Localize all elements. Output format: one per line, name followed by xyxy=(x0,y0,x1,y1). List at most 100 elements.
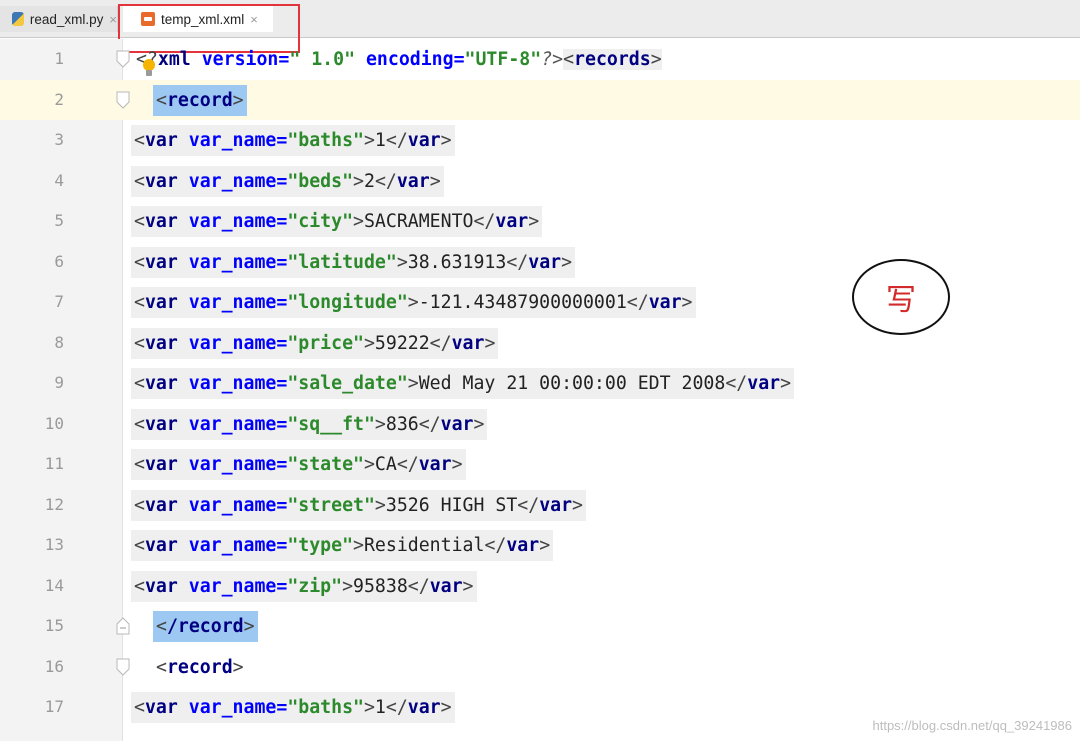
var-name-value: baths xyxy=(298,130,354,151)
var-element: <var var_name="longitude">-121.434879000… xyxy=(131,287,696,318)
bracket: > xyxy=(363,454,375,475)
line-number: 16 xyxy=(44,656,64,676)
bracket: </ xyxy=(517,494,540,516)
tag-name: /record xyxy=(166,616,244,637)
fold-open-icon[interactable] xyxy=(115,658,131,676)
bracket: > xyxy=(473,413,485,435)
bracket: < xyxy=(563,49,575,70)
record-tag: <record> xyxy=(153,652,247,683)
fold-open-icon[interactable] xyxy=(115,50,131,68)
attr-name: var_name= xyxy=(177,454,288,475)
line-number: 1 xyxy=(54,49,64,68)
bracket: > xyxy=(539,535,551,556)
quote: " xyxy=(353,697,364,718)
bracket: < xyxy=(156,656,167,678)
bracket: < xyxy=(134,697,145,718)
code-line: 10 <var var_name="sq__ft">836</var> xyxy=(0,404,1080,445)
quote: " xyxy=(396,292,408,313)
var-element: <var var_name="baths">1</var> xyxy=(131,125,455,156)
code-line: 16 <record> xyxy=(0,647,1080,688)
code-line: 3 <var var_name="baths">1</var> xyxy=(0,120,1080,161)
tag-name: record xyxy=(166,89,233,111)
line-number: 6 xyxy=(54,251,64,271)
code-line: 4 <var var_name="beds">2</var> xyxy=(0,161,1080,202)
line-number: 4 xyxy=(54,170,64,190)
attr-name: var_name= xyxy=(177,170,288,192)
attr-name: var_name= xyxy=(177,251,288,273)
line-number: 11 xyxy=(44,454,64,473)
bracket: </ xyxy=(725,373,748,394)
tag-name: record xyxy=(166,656,233,678)
attr-encoding: encoding= xyxy=(355,49,465,70)
bracket: > xyxy=(374,494,386,516)
bracket: </ xyxy=(385,130,408,151)
quote: " xyxy=(287,413,299,435)
var-name-value: state xyxy=(298,454,354,475)
code-line: 13 <var var_name="type">Residential</var> xyxy=(0,525,1080,566)
tag-name: var xyxy=(144,373,178,394)
bracket: < xyxy=(134,373,145,394)
tag-name: var xyxy=(144,454,178,475)
attr-name: var_name= xyxy=(177,575,288,597)
bracket: > xyxy=(232,656,244,678)
close-icon[interactable]: × xyxy=(109,12,117,27)
var-element: <var var_name="sale_date">Wed May 21 00:… xyxy=(131,368,795,399)
bracket: > xyxy=(429,170,441,192)
attr-name: var_name= xyxy=(177,292,288,313)
attr-version: version= xyxy=(190,49,290,70)
tag-name: var xyxy=(539,494,573,516)
var-text-value: -121.43487900000001 xyxy=(418,292,627,313)
bracket: < xyxy=(134,413,145,435)
bracket: > xyxy=(363,130,375,151)
watermark: https://blog.csdn.net/qq_39241986 xyxy=(872,718,1073,733)
bracket: </ xyxy=(429,332,452,354)
line-number: 8 xyxy=(54,332,64,352)
attr-name: var_name= xyxy=(177,211,288,232)
bracket: < xyxy=(134,332,145,354)
tag-name: var xyxy=(144,575,178,597)
bracket: < xyxy=(134,170,145,192)
code-editor[interactable]: 1<?xml version=" 1.0" encoding="UTF-8"?>… xyxy=(0,39,1080,741)
fold-open-icon[interactable] xyxy=(115,91,131,109)
var-text-value: 836 xyxy=(385,413,419,435)
quote: " xyxy=(342,211,354,232)
attr-name: var_name= xyxy=(177,494,288,516)
var-name-value: beds xyxy=(298,170,343,192)
quote: " xyxy=(287,251,299,273)
bracket: ?> xyxy=(541,49,564,70)
bracket: > xyxy=(407,292,419,313)
tab-read-xml-py[interactable]: read_xml.py × xyxy=(0,6,118,32)
bracket: > xyxy=(528,211,540,232)
var-name-value: zip xyxy=(298,575,332,597)
var-element: <var var_name="street">3526 HIGH ST</var… xyxy=(131,489,586,521)
tag-name: var xyxy=(144,413,178,435)
lightbulb-icon[interactable] xyxy=(142,58,156,78)
line-number: 2 xyxy=(54,89,64,109)
line-number: 12 xyxy=(44,494,64,514)
quote: " xyxy=(287,170,299,192)
tag-name: var xyxy=(506,535,540,556)
bracket: </ xyxy=(374,170,397,192)
code-line: 9 <var var_name="sale_date">Wed May 21 00… xyxy=(0,363,1080,404)
tag-name: var xyxy=(144,292,178,313)
var-name-value: baths xyxy=(298,697,354,718)
bracket: > xyxy=(572,494,583,516)
tag-name: var xyxy=(144,332,178,354)
code-line: 12 <var var_name="street">3526 HIGH ST</v… xyxy=(0,485,1080,526)
var-text-value: SACRAMENTO xyxy=(363,211,474,232)
bracket: < xyxy=(134,211,145,232)
bracket: > xyxy=(484,332,496,354)
fold-close-icon[interactable] xyxy=(115,617,131,635)
bracket: > xyxy=(561,251,573,273)
record-tag: <record> xyxy=(153,84,247,116)
bracket: < xyxy=(134,251,145,273)
code-line: 2 <record> xyxy=(0,79,1080,120)
var-name-value: longitude xyxy=(298,292,397,313)
quote: " xyxy=(353,332,364,354)
bracket: > xyxy=(462,575,474,597)
bracket: </ xyxy=(473,211,496,232)
attr-name: var_name= xyxy=(177,373,288,394)
tag-name: var xyxy=(144,211,178,232)
quote: " xyxy=(353,454,364,475)
var-name-value: city xyxy=(298,211,343,232)
